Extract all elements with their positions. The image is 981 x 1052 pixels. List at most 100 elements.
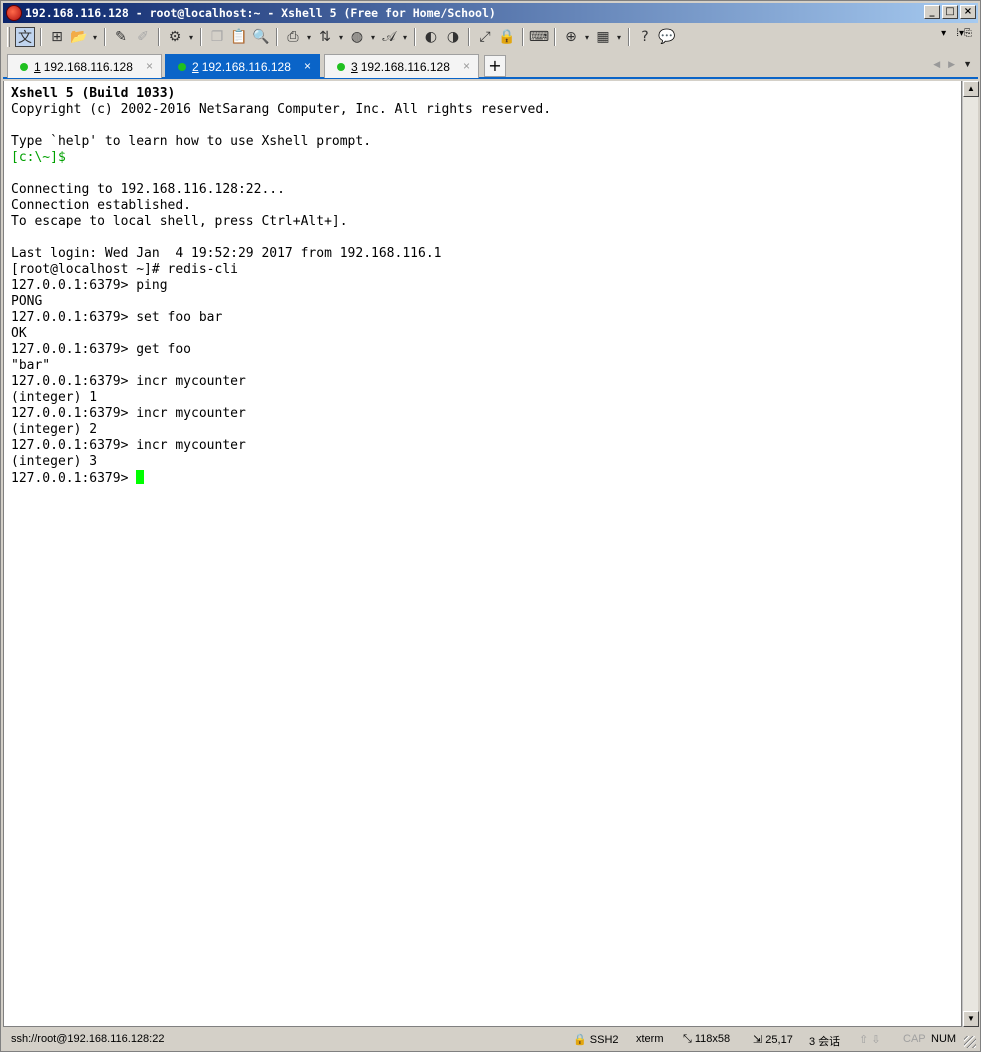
add-icon[interactable]: ⊕ [561, 27, 581, 47]
eraser-icon: ✐ [137, 29, 149, 45]
terminal-prompt-line[interactable]: 127.0.0.1:6379> [11, 470, 551, 486]
terminal-line: Copyright (c) 2002-2016 NetSarang Comput… [11, 102, 552, 117]
connected-status-icon [337, 62, 345, 71]
xshell-logo-icon [6, 5, 22, 21]
lock-icon[interactable]: 🔒 [497, 27, 517, 47]
xshell-window: 192.168.116.128 - root@localhost:~ - Xsh… [0, 0, 981, 1052]
open-folder-icon[interactable]: 📂 [69, 27, 89, 47]
resize-grip[interactable] [964, 1036, 976, 1048]
xftp-secure-icon[interactable]: ◑ [443, 27, 463, 47]
edit-icon[interactable]: ✎ [111, 27, 131, 47]
chevron-down-icon[interactable]: ▾ [401, 33, 409, 42]
toolbar-separator [554, 28, 556, 46]
terminal-cursor [136, 470, 145, 484]
terminal-size-status: ⤡ 118x58 [683, 1033, 730, 1046]
minimize-button[interactable]: _ [924, 5, 940, 19]
tab-label: 192.168.116.128 [43, 59, 133, 74]
terminal-line: (integer) 1 [11, 390, 98, 405]
tab-navigation: ◀ ▶ ▼ [933, 59, 972, 70]
terminal-line: [root@localhost ~]# redis-cli [11, 262, 238, 277]
transfer-icon[interactable]: ⇅ [315, 27, 335, 47]
chevron-down-icon[interactable]: ▾ [91, 33, 99, 42]
help-icon[interactable]: ? [635, 27, 655, 47]
new-tab-button[interactable]: + [484, 55, 506, 77]
terminal-output: Xshell 5 (Build 1033) Copyright (c) 2002-… [11, 86, 551, 486]
maximize-button[interactable]: □ [942, 5, 958, 19]
toolbar-grip-right[interactable]: ⁞▾⎘ [956, 28, 972, 39]
tab-session-3[interactable]: 3 192.168.116.128 × [324, 54, 479, 78]
tab-label: 192.168.116.128 [360, 59, 450, 74]
toolbar-separator [104, 28, 106, 46]
terminal-line: (integer) 3 [11, 454, 98, 469]
toolbar-overflow-chevron-icon[interactable]: ▾ [941, 28, 946, 39]
toolbar-overflow: ▾ ⁞▾⎘ [941, 28, 972, 39]
layout-icon[interactable]: ▦ [593, 27, 613, 47]
find-icon[interactable]: 🔍 [251, 27, 271, 47]
terminal-type-status: xterm [636, 1033, 664, 1045]
tab-list-chevron-icon[interactable]: ▼ [963, 59, 972, 70]
terminal-area[interactable]: Xshell 5 (Build 1033) Copyright (c) 2002-… [3, 81, 962, 1027]
num-lock-indicator: NUM [931, 1033, 957, 1045]
tab-number: 3 [351, 59, 358, 74]
properties-icon[interactable]: ⚙ [165, 27, 185, 47]
fullscreen-icon[interactable]: ⤢ [475, 27, 495, 47]
chevron-down-icon[interactable]: ▾ [583, 33, 591, 42]
window-controls: _ □ × [924, 5, 976, 19]
terminal-line: 127.0.0.1:6379> incr mycounter [11, 438, 246, 453]
terminal-line: 127.0.0.1:6379> incr mycounter [11, 374, 246, 389]
title-bar[interactable]: 192.168.116.128 - root@localhost:~ - Xsh… [3, 3, 978, 23]
tab-session-1[interactable]: 1 192.168.116.128 × [7, 54, 162, 78]
xftp-icon[interactable]: ◐ [421, 27, 441, 47]
cursor-position-label: 25,17 [765, 1034, 793, 1046]
terminal-line: Connecting to 192.168.116.128:22... [11, 182, 285, 197]
tab-number: 2 [192, 60, 199, 74]
lock-icon: 🔒 [573, 1034, 587, 1046]
toolbar-separator [628, 28, 630, 46]
session-tab-bar: 1 192.168.116.128 × 2 192.168.116.128 × … [3, 51, 978, 79]
close-button[interactable]: × [960, 5, 976, 19]
globe-icon[interactable]: ◍ [347, 27, 367, 47]
new-session-icon[interactable]: ⊞ [47, 27, 67, 47]
tab-session-2[interactable]: 2 192.168.116.128 × [165, 54, 320, 79]
vertical-scrollbar[interactable]: ▲ ▼ [962, 81, 979, 1027]
tab-scroll-right-icon[interactable]: ▶ [948, 59, 955, 70]
terminal-line: 127.0.0.1:6379> get foo [11, 342, 192, 357]
terminal-prompt: 127.0.0.1:6379> [11, 471, 137, 486]
cursor-position-status: ⇲ 25,17 [753, 1033, 793, 1046]
toolbar-separator [522, 28, 524, 46]
scroll-up-button[interactable]: ▲ [963, 81, 979, 97]
close-tab-icon[interactable]: × [304, 59, 311, 73]
cursor-position-icon: ⇲ [753, 1034, 763, 1046]
terminal-line: Connection established. [11, 198, 192, 213]
tab-scroll-left-icon[interactable]: ◀ [933, 59, 940, 70]
terminal-line: 127.0.0.1:6379> set foo bar [11, 310, 223, 325]
chevron-down-icon[interactable]: ▾ [615, 33, 623, 42]
close-tab-icon[interactable]: × [463, 59, 470, 73]
chevron-down-icon[interactable]: ▾ [337, 33, 345, 42]
chevron-down-icon[interactable]: ▾ [369, 33, 377, 42]
terminal-line: (integer) 2 [11, 422, 98, 437]
terminal-line: To escape to local shell, press Ctrl+Alt… [11, 214, 348, 229]
font-icon[interactable]: 𝒜 [379, 27, 399, 47]
print-icon[interactable]: ⎙ [283, 27, 303, 47]
resize-icon: ⤡ [683, 1033, 692, 1045]
window-title: 192.168.116.128 - root@localhost:~ - Xsh… [25, 6, 496, 20]
toolbar-grip[interactable] [7, 27, 10, 47]
paste-icon[interactable]: 📋 [229, 27, 249, 47]
close-tab-icon[interactable]: × [146, 59, 153, 73]
language-icon[interactable]: 文 [15, 27, 35, 47]
keyboard-icon[interactable]: ⌨ [529, 27, 549, 47]
toolbar-separator [40, 28, 42, 46]
arrow-down-icon: ⇩ [871, 1034, 881, 1046]
toolbar-separator [158, 28, 160, 46]
chevron-down-icon[interactable]: ▾ [305, 33, 313, 42]
terminal-line: "bar" [11, 358, 51, 373]
terminal-line: Last login: Wed Jan 4 19:52:29 2017 from… [11, 246, 442, 261]
scroll-down-button[interactable]: ▼ [963, 1011, 979, 1027]
connected-status-icon [178, 63, 186, 71]
status-bar: ssh://root@192.168.116.128:22 🔒 SSH2 xte… [3, 1029, 978, 1049]
chevron-down-icon[interactable]: ▾ [187, 33, 195, 42]
arrow-up-icon: ⇧ [859, 1034, 869, 1046]
